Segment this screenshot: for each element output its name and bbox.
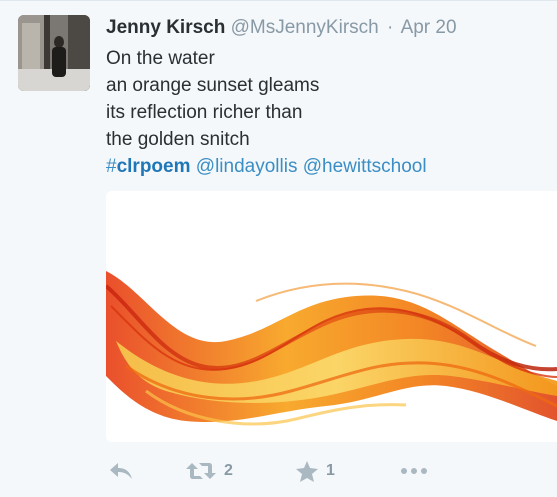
mention-link[interactable]: @hewittschool	[303, 156, 427, 177]
tweet-text-line: the golden snitch	[106, 129, 250, 150]
tweet-links-line: #clrpoem @lindayollis @hewittschool	[106, 153, 546, 180]
avatar-photo	[18, 15, 90, 91]
star-icon	[296, 460, 318, 482]
hashtag-link[interactable]: #clrpoem	[106, 156, 191, 177]
tweet-text-line: an orange sunset gleams	[106, 75, 320, 96]
author-fullname[interactable]: Jenny Kirsch	[106, 17, 225, 38]
reply-button[interactable]	[108, 456, 134, 486]
retweet-count: 2	[224, 462, 233, 479]
tweet-header: Jenny Kirsch @MsJennyKirsch · Apr 20	[106, 16, 457, 40]
favorite-button[interactable]: 1	[296, 456, 335, 486]
tweet-media-image[interactable]	[106, 191, 557, 442]
smoke-wave-image	[106, 191, 557, 442]
tweet-card[interactable]: Jenny Kirsch @MsJennyKirsch · Apr 20 On …	[0, 0, 557, 497]
hashtag-symbol: #	[106, 156, 117, 177]
tweet-text: On the water an orange sunset gleams its…	[106, 45, 546, 180]
mention-link[interactable]: @lindayollis	[196, 156, 298, 177]
header-separator: ·	[387, 17, 394, 38]
avatar[interactable]	[18, 15, 90, 91]
hashtag-text: clrpoem	[116, 156, 191, 177]
reply-icon	[108, 461, 134, 481]
favorite-count: 1	[326, 462, 335, 479]
more-button[interactable]	[400, 456, 428, 486]
author-username[interactable]: @MsJennyKirsch	[231, 17, 379, 38]
more-dots-icon	[400, 467, 428, 475]
tweet-text-line: its reflection richer than	[106, 102, 303, 123]
retweet-button[interactable]: 2	[186, 456, 233, 486]
tweet-text-line: On the water	[106, 48, 215, 69]
tweet-actions: 2 1	[108, 456, 528, 486]
retweet-icon	[186, 461, 216, 481]
tweet-timestamp[interactable]: Apr 20	[401, 17, 457, 38]
